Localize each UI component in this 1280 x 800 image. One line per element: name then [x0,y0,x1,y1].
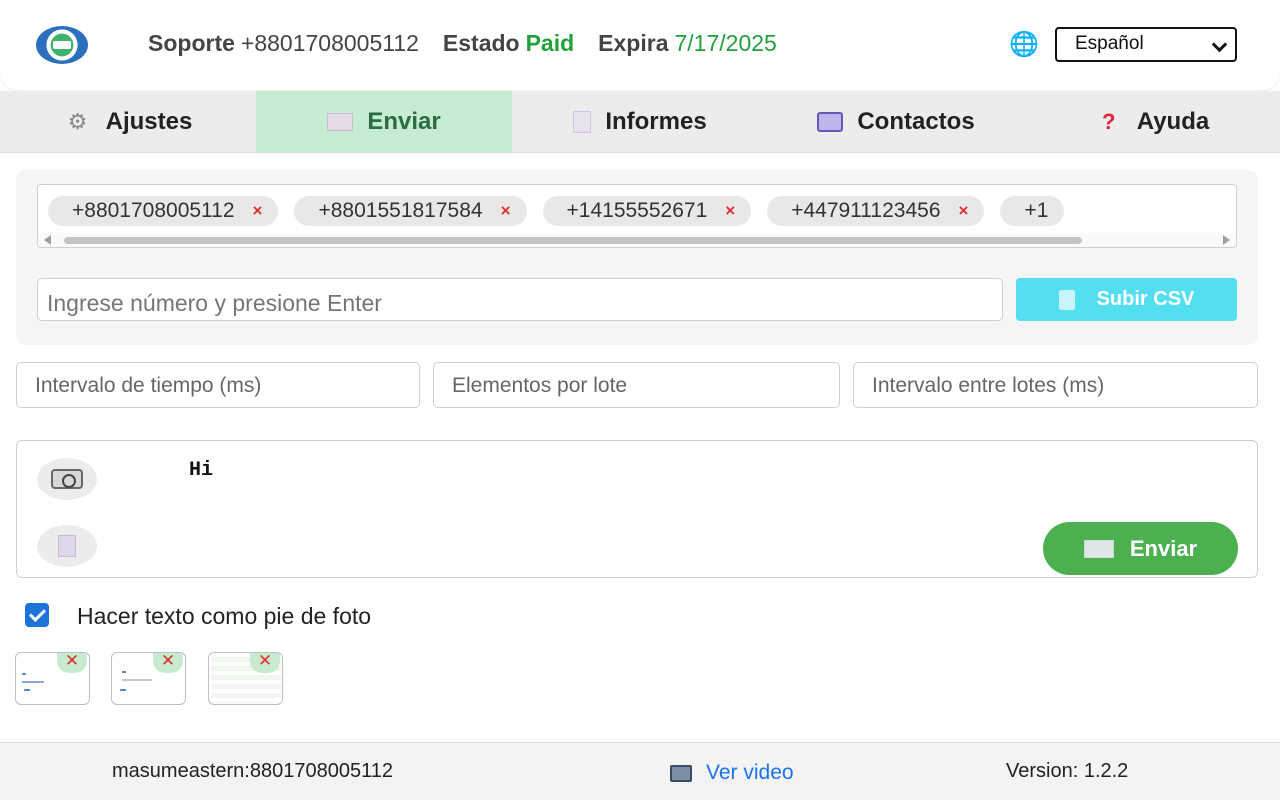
tv-icon [670,764,692,782]
number-chip: +14155552671 × [542,196,752,226]
tab-label: Ayuda [1136,108,1210,135]
caption-label: Hacer texto como pie de foto [77,603,372,629]
watch-video-label: Ver video [706,761,794,784]
camera-icon [51,469,83,489]
globe-icon: 🌐 [1009,31,1039,58]
language-selected: Español [1075,33,1144,54]
interval-input[interactable]: Intervalo de tiempo (ms) [16,362,420,408]
number-chips: +8801708005112 × +8801551817584 × +14155… [48,196,1065,226]
tab-enviar[interactable]: Enviar [256,91,512,153]
horizontal-scrollbar[interactable] [38,233,1236,247]
number-chip: +447911123456 × [767,196,985,226]
footer-user: masumeastern:8801708005112 [112,760,393,782]
chip-number: +14155552671 [566,199,708,222]
number-chip: +1 [1000,196,1065,226]
attach-image-button[interactable] [37,458,97,500]
app-footer: masumeastern:8801708005112 Ver video Ver… [0,742,1280,800]
expiry-date: 7/17/2025 [674,30,777,56]
tab-ayuda[interactable]: ? Ayuda [1024,91,1280,153]
gear-icon: ⚙ [67,109,88,134]
send-button-label: Enviar [1129,535,1198,561]
batch-size-input[interactable]: Elementos por lote [433,362,840,408]
batch-interval-placeholder: Intervalo entre lotes (ms) [872,374,1105,397]
version-label: Version: 1.2.2 [1006,760,1129,782]
batch-interval-input[interactable]: Intervalo entre lotes (ms) [853,362,1258,408]
app-header: Soporte +8801708005112 Estado Paid Expir… [0,0,1280,90]
chip-number: +8801551817584 [318,199,483,222]
message-textarea[interactable]: Hi [189,459,213,482]
send-button[interactable]: Enviar [1043,522,1238,575]
number-input[interactable] [37,278,1003,321]
caption-checkbox[interactable] [25,603,49,627]
envelope-icon [327,113,354,131]
tab-contactos[interactable]: Contactos [768,91,1024,153]
upload-csv-button[interactable]: Subir CSV [1016,278,1237,321]
remove-attachment-icon[interactable]: ✕ [250,653,280,673]
attachment-thumbnail: ✕ [208,652,283,705]
attachment-thumbnail: ✕ [111,652,186,705]
support-label: Soporte [148,30,235,56]
tab-label: Enviar [367,108,441,135]
main-tabs: ⚙ Ajustes Enviar Informes Contactos ? Ay… [0,91,1280,153]
tab-ajustes[interactable]: ⚙ Ajustes [0,91,256,153]
remove-chip-icon[interactable]: × [253,201,263,221]
envelope-icon [1083,539,1114,558]
logo-icon [36,26,88,64]
chip-number: +1 [1024,199,1049,222]
numbers-panel: +8801708005112 × +8801551817584 × +14155… [16,170,1258,345]
batch-size-placeholder: Elementos por lote [452,374,628,397]
header-info: Soporte +8801708005112 Estado Paid Expir… [148,30,777,57]
remove-attachment-icon[interactable]: ✕ [57,653,87,673]
csv-button-label: Subir CSV [1096,288,1195,310]
attachment-thumbnail: ✕ [15,652,90,705]
question-icon: ? [1102,109,1116,134]
remove-chip-icon[interactable]: × [725,201,735,221]
chip-number: +8801708005112 [72,199,235,222]
tab-informes[interactable]: Informes [512,91,768,153]
scroll-left-icon[interactable] [44,235,51,245]
document-icon [573,111,592,133]
number-chips-box[interactable]: +8801708005112 × +8801551817584 × +14155… [37,184,1237,248]
expiry-label: Expira [598,30,669,56]
remove-attachment-icon[interactable]: ✕ [153,653,183,673]
number-chip: +8801708005112 × [48,196,279,226]
contacts-icon [817,112,844,132]
status-value: Paid [525,30,575,56]
scrollbar-thumb[interactable] [64,237,1082,244]
support-number: +8801708005112 [240,30,419,56]
file-icon [1058,289,1075,310]
chevron-down-icon [1211,36,1228,53]
watch-video-link[interactable]: Ver video [670,761,794,785]
tab-label: Informes [605,108,707,135]
tab-label: Ajustes [105,108,193,135]
number-chip: +8801551817584 × [294,196,527,226]
document-icon [58,535,76,557]
remove-chip-icon[interactable]: × [501,201,511,221]
status-label: Estado [442,30,520,56]
language-select[interactable]: Español [1055,27,1237,62]
attach-document-button[interactable] [37,525,97,567]
remove-chip-icon[interactable]: × [959,201,969,221]
scroll-right-icon[interactable] [1223,235,1230,245]
message-composer: Hi Enviar [16,440,1258,578]
chip-number: +447911123456 [791,199,941,222]
interval-placeholder: Intervalo de tiempo (ms) [35,374,262,397]
tab-label: Contactos [857,108,975,135]
